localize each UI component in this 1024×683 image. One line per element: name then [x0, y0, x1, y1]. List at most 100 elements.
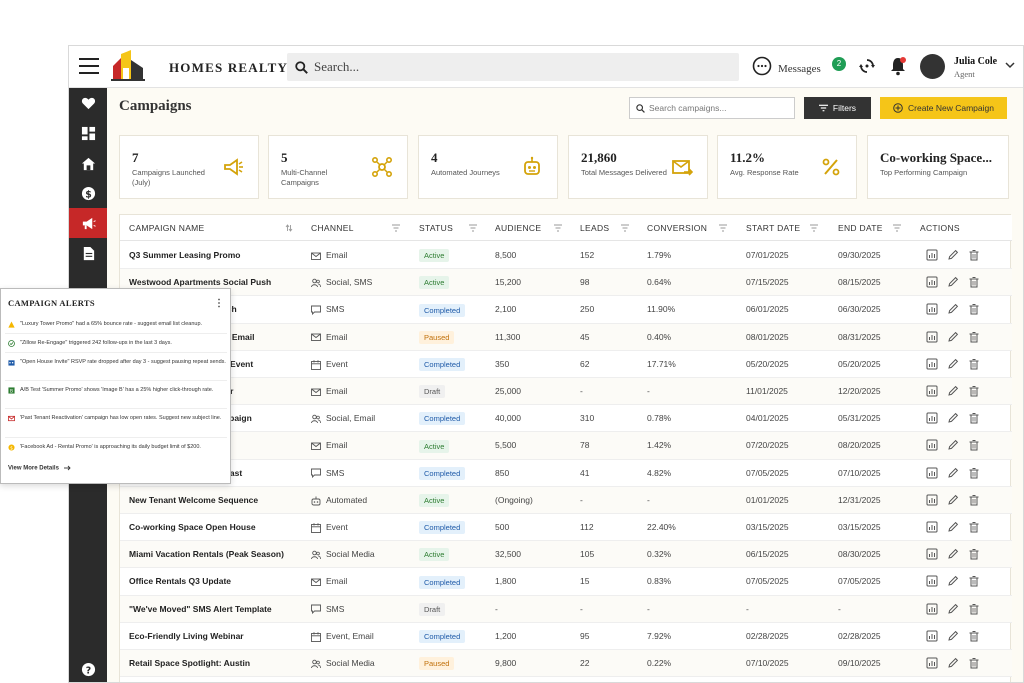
report-icon[interactable]: [926, 303, 938, 315]
table-row[interactable]: Retail Space Spotlight: Austin Social Med…: [120, 650, 1012, 678]
filter-icon[interactable]: [469, 224, 477, 232]
trash-icon[interactable]: [968, 385, 980, 397]
edit-pencil-icon[interactable]: [947, 358, 959, 370]
sync-icon[interactable]: [858, 57, 876, 75]
edit-pencil-icon[interactable]: [947, 467, 959, 479]
table-row[interactable]: Spring Home Buyer CampaignSocial, EmailC…: [120, 405, 1012, 433]
col-header-audience[interactable]: AUDIENCE: [495, 215, 541, 241]
cell-name[interactable]: Co-working Space Open House: [129, 514, 304, 541]
user-name[interactable]: Julia Cole: [954, 56, 997, 67]
filter-icon[interactable]: [621, 224, 629, 232]
report-icon[interactable]: [926, 657, 938, 669]
chat-bubble-icon[interactable]: [752, 56, 772, 76]
trash-icon[interactable]: [968, 521, 980, 533]
filter-icon[interactable]: [554, 224, 562, 232]
create-campaign-button[interactable]: Create New Campaign: [880, 97, 1007, 119]
report-icon[interactable]: [926, 494, 938, 506]
trash-icon[interactable]: [968, 276, 980, 288]
sidebar-item-favorites[interactable]: [69, 88, 107, 118]
cell-name[interactable]: New Tenant Welcome Sequence: [129, 487, 304, 514]
alert-item[interactable]: "Open House Invite" RSVP rate dropped af…: [8, 359, 226, 367]
notification-bell-icon[interactable]: [889, 56, 907, 76]
alert-item[interactable]: "Luxury Tower Promo" had a 65% bounce ra…: [8, 321, 226, 329]
sidebar-item-properties[interactable]: [69, 148, 107, 178]
col-header-leads[interactable]: LEADS: [580, 215, 609, 241]
messages-label[interactable]: Messages: [778, 63, 821, 75]
sort-icon[interactable]: [285, 224, 293, 232]
alert-item[interactable]: $ 'Facebook Ad - Rental Promo' is approa…: [8, 444, 226, 452]
sidebar-item-documents[interactable]: [69, 238, 107, 268]
table-row[interactable]: Miami Vacation Rentals (Peak Season) Soci…: [120, 541, 1012, 569]
avatar[interactable]: [920, 54, 945, 79]
report-icon[interactable]: [926, 358, 938, 370]
edit-pencil-icon[interactable]: [947, 603, 959, 615]
col-header-status[interactable]: STATUS: [419, 215, 453, 241]
filters-button[interactable]: Filters: [804, 97, 871, 119]
table-row[interactable]: Eco-Friendly Living Webinar Event, Email C…: [120, 623, 1012, 650]
report-icon[interactable]: [926, 249, 938, 261]
edit-pencil-icon[interactable]: [947, 249, 959, 261]
report-icon[interactable]: [926, 276, 938, 288]
trash-icon[interactable]: [968, 575, 980, 587]
sidebar-item-finance[interactable]: $: [69, 178, 107, 208]
report-icon[interactable]: [926, 575, 938, 587]
col-header-name[interactable]: CAMPAIGN NAME: [129, 215, 205, 241]
edit-pencil-icon[interactable]: [947, 630, 959, 642]
table-row[interactable]: Co-working Space Open House Event Complete…: [120, 514, 1012, 542]
trash-icon[interactable]: [968, 630, 980, 642]
trash-icon[interactable]: [968, 303, 980, 315]
table-row[interactable]: Luxury Tower PromoEmailActive5,500781.42…: [120, 432, 1012, 460]
trash-icon[interactable]: [968, 249, 980, 261]
chevron-down-icon[interactable]: [1005, 60, 1015, 70]
alert-item[interactable]: "Zillow Re-Engage" triggered 242 follow-…: [8, 340, 226, 348]
sidebar-item-dashboard[interactable]: [69, 118, 107, 148]
edit-pencil-icon[interactable]: [947, 548, 959, 560]
report-icon[interactable]: [926, 521, 938, 533]
trash-icon[interactable]: [968, 657, 980, 669]
trash-icon[interactable]: [968, 412, 980, 424]
filter-icon[interactable]: [893, 224, 901, 232]
edit-pencil-icon[interactable]: [947, 657, 959, 669]
report-icon[interactable]: [926, 412, 938, 424]
report-icon[interactable]: [926, 548, 938, 560]
trash-icon[interactable]: [968, 494, 980, 506]
table-row[interactable]: Westwood Apartments Social Push Social, S…: [120, 269, 1012, 297]
cell-name[interactable]: Retail Space Spotlight: Austin: [129, 650, 304, 677]
table-row[interactable]: "We've Moved" SMS Alert Template SMS Draft…: [120, 595, 1012, 623]
table-row[interactable]: Holiday Rental NewsletterEmailDraft25,00…: [120, 378, 1012, 406]
report-icon[interactable]: [926, 467, 938, 479]
table-row[interactable]: Downtown Lofts Launch EventEventComplete…: [120, 351, 1012, 378]
edit-pencil-icon[interactable]: [947, 276, 959, 288]
trash-icon[interactable]: [968, 548, 980, 560]
edit-pencil-icon[interactable]: [947, 494, 959, 506]
report-icon[interactable]: [926, 630, 938, 642]
sidebar-item-campaigns[interactable]: [69, 208, 107, 238]
edit-pencil-icon[interactable]: [947, 412, 959, 424]
col-header-conversion[interactable]: CONVERSION: [647, 215, 707, 241]
alert-item[interactable]: B A/B Test 'Summer Promo' shows 'Image B…: [8, 387, 226, 395]
table-row[interactable]: Zillow Re-Engage Text BlastSMSCompleted8…: [120, 460, 1012, 487]
sidebar-item-help[interactable]: ?: [69, 654, 107, 682]
global-search[interactable]: [287, 53, 739, 81]
table-row[interactable]: Past Tenant Reactivation EmailEmailPause…: [120, 323, 1012, 351]
col-header-end-date[interactable]: END DATE: [838, 215, 883, 241]
table-row[interactable]: New Tenant Welcome Sequence Automated Acti…: [120, 486, 1012, 514]
col-header-channel[interactable]: CHANNEL: [311, 215, 354, 241]
global-search-input[interactable]: [314, 59, 714, 75]
cell-name[interactable]: "We've Moved" SMS Alert Template: [129, 596, 304, 623]
edit-pencil-icon[interactable]: [947, 331, 959, 343]
trash-icon[interactable]: [968, 358, 980, 370]
cell-name[interactable]: Miami Vacation Rentals (Peak Season): [129, 541, 304, 568]
edit-pencil-icon[interactable]: [947, 439, 959, 451]
trash-icon[interactable]: [968, 331, 980, 343]
report-icon[interactable]: [926, 385, 938, 397]
menu-icon[interactable]: [79, 58, 99, 74]
campaign-search[interactable]: [629, 97, 795, 119]
more-vertical-icon[interactable]: [217, 298, 221, 308]
cell-name[interactable]: Q3 Summer Leasing Promo: [129, 242, 304, 269]
cell-name[interactable]: Eco-Friendly Living Webinar: [129, 623, 304, 650]
trash-icon[interactable]: [968, 467, 980, 479]
trash-icon[interactable]: [968, 603, 980, 615]
campaign-search-input[interactable]: [649, 103, 789, 113]
edit-pencil-icon[interactable]: [947, 575, 959, 587]
